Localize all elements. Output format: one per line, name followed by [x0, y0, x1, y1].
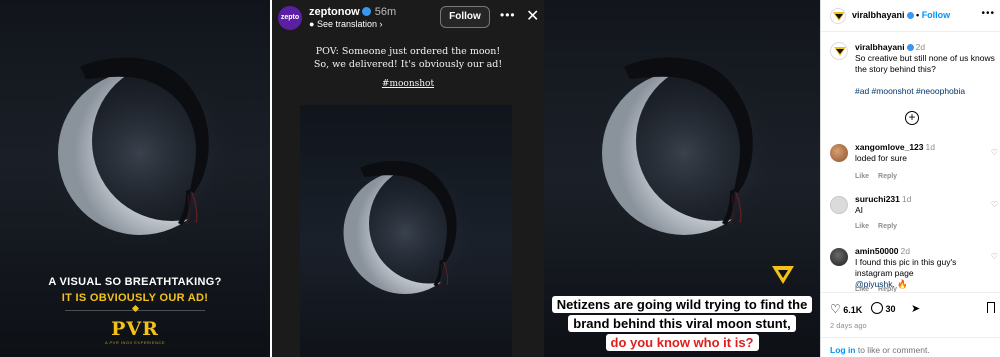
story-poster-image	[300, 105, 512, 357]
reply-link[interactable]: Reply	[878, 173, 897, 180]
like-link[interactable]: Like	[855, 223, 869, 230]
heart-icon: ♡	[830, 302, 841, 316]
see-translation-link[interactable]: ● See translation ›	[309, 19, 383, 29]
commenter-avatar[interactable]	[830, 248, 848, 266]
verified-icon	[906, 12, 914, 19]
pvr-tagline-2: IT IS OBVIOUSLY OUR AD!	[61, 292, 209, 304]
caption-time: 2d	[915, 42, 926, 52]
verified-icon	[906, 44, 914, 51]
viralbhayani-avatar[interactable]	[830, 8, 846, 24]
comment-text: loded for sure	[855, 153, 907, 163]
story-header: zepto zeptonow 56m ● See translation › Fo…	[278, 6, 539, 30]
close-icon[interactable]: ✕	[526, 6, 539, 26]
comment-item: xangomlove_123 1d loded for sure Like Repl…	[830, 142, 998, 186]
comment-time: 2d	[900, 246, 910, 256]
login-prompt-text: Log in to like or comment.	[830, 345, 930, 355]
comment-count: 30	[885, 304, 896, 314]
pvr-ad-panel: A VISUAL SO BREATHTAKING? IT IS OBVIOUSL…	[0, 0, 270, 357]
follow-link[interactable]: Follow	[922, 10, 951, 20]
story-hashtag[interactable]: #moonshot	[272, 79, 544, 89]
login-link[interactable]: Log in	[830, 345, 856, 355]
banner-line-2: brand behind this viral moon stunt,	[544, 315, 820, 333]
login-prompt: Log in to like or comment.	[821, 337, 1000, 357]
comment-username[interactable]: amin50000 2d	[855, 246, 910, 256]
like-button[interactable]: ♡ 6.1K	[830, 302, 862, 316]
comment-like-heart-icon[interactable]: ♡	[991, 252, 998, 261]
post-header-username[interactable]: viralbhayani • Follow	[852, 10, 950, 20]
pvr-logo: PVR	[111, 318, 159, 340]
comment-time: 1d	[925, 142, 935, 152]
reply-link[interactable]: Reply	[878, 223, 897, 230]
story-username[interactable]: zeptonow 56m	[309, 6, 396, 18]
comment-text: AI	[855, 205, 864, 215]
commenter-avatar[interactable]	[830, 196, 848, 214]
comment-bubble-icon	[871, 302, 883, 314]
header-username-text[interactable]: viralbhayani	[852, 10, 905, 20]
pvr-tagline-1: A VISUAL SO BREATHTAKING?	[48, 276, 222, 288]
caption-username-text[interactable]: viralbhayani	[855, 42, 905, 52]
comment-like-heart-icon[interactable]: ♡	[991, 148, 998, 157]
translate-icon: ●	[309, 19, 315, 29]
instagram-comments-panel: viralbhayani • Follow ••• viralbhayani 2d…	[820, 0, 1000, 357]
chevron-right-icon: ›	[379, 19, 383, 29]
caption-username[interactable]: viralbhayani 2d	[855, 42, 925, 52]
comment-username[interactable]: xangomlove_123 1d	[855, 142, 935, 152]
load-more-comments-icon[interactable]: +	[905, 111, 919, 125]
like-count: 6.1K	[843, 305, 863, 315]
comment-actions: Like Reply	[855, 223, 906, 230]
zepto-story-panel: zepto zeptonow 56m ● See translation › Fo…	[272, 0, 544, 357]
viralbhayani-watermark-icon	[772, 266, 794, 284]
comment-actions: Like Reply	[855, 173, 906, 180]
caption-avatar[interactable]	[830, 42, 848, 60]
story-time: 56m	[374, 6, 397, 18]
like-link[interactable]: Like	[855, 173, 869, 180]
moon-diver-image	[584, 48, 784, 258]
post-action-bar: ♡ 6.1K 30 ➤	[821, 292, 1000, 322]
save-bookmark-icon[interactable]	[987, 302, 995, 315]
caption-hashtags[interactable]: #ad #moonshot #neoophobia	[855, 86, 965, 96]
more-options-icon[interactable]: •••	[500, 8, 516, 22]
comment-button[interactable]: 30	[871, 302, 896, 314]
follow-button[interactable]: Follow	[440, 6, 490, 28]
comment-time: 1d	[901, 194, 912, 204]
zepto-avatar[interactable]: zepto	[278, 6, 302, 30]
pvr-logo-sub: A PVR INOX EXPERIENCE	[104, 340, 166, 345]
comment-item: amin50000 2d I found this pic in this guy…	[830, 246, 998, 293]
share-icon[interactable]: ➤	[911, 302, 920, 315]
verified-icon	[361, 7, 371, 16]
comment-username[interactable]: suruchi231 1d	[855, 194, 911, 204]
banner-line-1: Netizens are going wild trying to find t…	[544, 296, 820, 314]
comment-item: suruchi231 1d AI Like Reply ♡	[830, 194, 998, 238]
more-options-icon[interactable]: •••	[981, 8, 995, 19]
viral-post-image-panel: Netizens are going wild trying to find t…	[544, 0, 820, 357]
story-caption-line-2: So, we delivered! It's obviously our ad!	[313, 59, 503, 70]
see-translation-label: See translation	[316, 19, 377, 29]
moon-diver-image	[330, 155, 480, 310]
story-caption: POV: Someone just ordered the moon! So, …	[272, 45, 544, 71]
caption-text: So creative but still none of us knows t…	[855, 53, 995, 74]
post-age: 2 days ago	[830, 321, 867, 330]
banner-line-3: do you know who it is?	[544, 334, 820, 352]
story-username-text[interactable]: zeptonow	[309, 6, 360, 18]
comment-like-heart-icon[interactable]: ♡	[991, 200, 998, 209]
commenter-avatar[interactable]	[830, 144, 848, 162]
post-header: viralbhayani • Follow •••	[821, 0, 1000, 32]
story-caption-line-1: POV: Someone just ordered the moon!	[315, 46, 501, 57]
moon-diver-image	[40, 48, 240, 258]
